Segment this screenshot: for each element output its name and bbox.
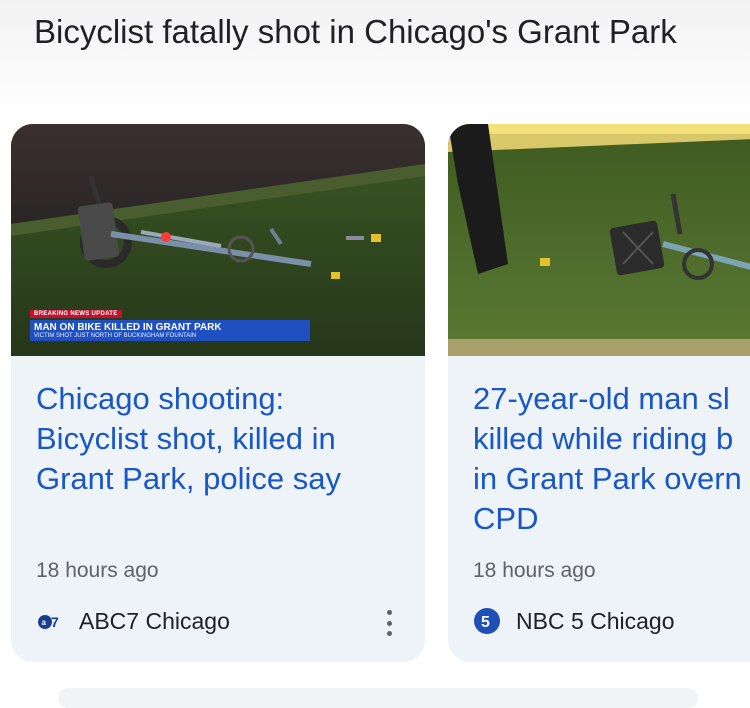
svg-text:a: a: [42, 618, 47, 627]
source-name: NBC 5 Chicago: [516, 607, 675, 634]
news-title-link[interactable]: 27-year-old man sl killed while riding b…: [473, 379, 750, 539]
news-title-link[interactable]: Chicago shooting: Bicyclist shot, killed…: [36, 379, 406, 499]
publish-time: 18 hours ago: [473, 559, 596, 582]
title-line: CPD: [473, 501, 539, 536]
title-line: Chicago shooting:: [36, 381, 285, 416]
next-section-edge: [58, 688, 698, 708]
nbc5-logo-icon: 5: [473, 607, 501, 635]
title-line: Bicyclist shot, killed in: [36, 421, 336, 456]
news-banner: BREAKING NEWS UPDATE MAN ON BIKE KILLED …: [30, 302, 310, 341]
banner-sub: VICTIM SHOT JUST NORTH OF BUCKINGHAM FOU…: [30, 333, 310, 341]
news-source[interactable]: a 7 ABC7 Chicago: [36, 605, 230, 637]
news-thumbnail[interactable]: [448, 124, 750, 356]
more-options-icon[interactable]: [383, 610, 395, 636]
news-card-abc7[interactable]: BREAKING NEWS UPDATE MAN ON BIKE KILLED …: [11, 124, 425, 662]
news-card-nbc5[interactable]: 27-year-old man sl killed while riding b…: [448, 124, 750, 662]
svg-text:7: 7: [51, 614, 59, 630]
abc7-logo-icon: a 7: [36, 607, 64, 635]
news-source[interactable]: 5 NBC 5 Chicago: [473, 605, 675, 637]
title-line: Grant Park, police say: [36, 461, 341, 496]
source-name: ABC7 Chicago: [79, 607, 230, 634]
news-thumbnail[interactable]: BREAKING NEWS UPDATE MAN ON BIKE KILLED …: [11, 124, 425, 356]
publish-time: 18 hours ago: [36, 559, 159, 582]
section-heading: Bicyclist fatally shot in Chicago's Gran…: [34, 13, 677, 50]
title-line: in Grant Park overn: [473, 461, 742, 496]
title-line: killed while riding b: [473, 421, 734, 456]
title-line: 27-year-old man sl: [473, 381, 730, 416]
banner-tag: BREAKING NEWS UPDATE: [30, 310, 122, 318]
banner-headline: MAN ON BIKE KILLED IN GRANT PARK: [30, 320, 310, 333]
svg-text:5: 5: [481, 614, 490, 631]
